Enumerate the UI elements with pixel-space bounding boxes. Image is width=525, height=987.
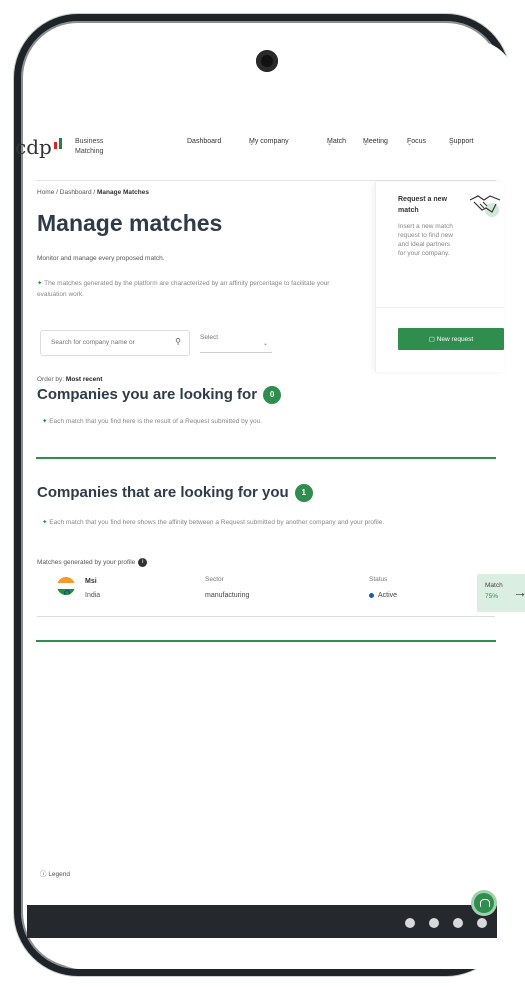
logo-bars-icon (53, 135, 64, 153)
site-header: cdp Business Matching Dashboard My compa… (15, 135, 474, 159)
section-looking-for-title: Companies you are looking for 0 (37, 386, 282, 405)
company-name: Msi (85, 578, 97, 585)
india-flag-icon (57, 577, 75, 595)
status-badge: Active (369, 592, 397, 599)
chevron-down-icon: ⌄ (327, 141, 333, 147)
section-looking-for-you-title: Companies that are looking for you 1 (37, 484, 313, 503)
site-footer (27, 905, 497, 938)
support-chat-icon[interactable] (474, 893, 494, 913)
chevron-down-icon: ⌄ (407, 141, 413, 147)
select-value: Select (200, 334, 219, 341)
social-icon[interactable] (477, 918, 487, 928)
page-title: Manage matches (37, 210, 223, 236)
count-badge: 0 (263, 386, 282, 405)
match-value: 75% (485, 593, 499, 600)
camera-icon (256, 50, 278, 72)
chevron-down-icon: ⌄ (262, 341, 268, 347)
order-value: Most recent (65, 376, 103, 383)
section-looking-for-you-note: ✦ Each match that you find here shows th… (42, 519, 385, 526)
brand-subtitle: Business Matching (75, 138, 104, 155)
company-country: India (85, 592, 101, 599)
request-panel-title: Request a new match (398, 196, 448, 214)
order-by[interactable]: Order by: Most recent (37, 376, 102, 383)
handshake-icon (469, 195, 501, 217)
request-panel: Request a new match Insert a new match r… (375, 182, 504, 372)
request-panel-description: Insert a new match request to find new a… (398, 223, 453, 257)
count-badge: 1 (294, 484, 313, 503)
chevron-down-icon: ⌄ (449, 141, 455, 147)
match-label: Match (485, 582, 503, 589)
legend-link[interactable]: ⓘ Legend (40, 868, 70, 878)
table-row[interactable]: Msi India Sector manufacturing Status Ac… (37, 570, 525, 617)
profile-matches-label: Matches generated by your profile i (37, 558, 148, 567)
breadcrumb-path[interactable]: Home / Dashboard / (37, 189, 97, 196)
sparkle-icon: ✦ (42, 418, 48, 425)
match-score-button[interactable]: Match 75% → (477, 574, 525, 612)
info-circle-icon: ⓘ (40, 871, 47, 878)
chevron-down-icon: ⌄ (249, 141, 255, 147)
sector-value: manufacturing (205, 592, 250, 599)
page-note: ✦ The matches generated by the platform … (37, 280, 330, 298)
sparkle-icon: ✦ (42, 519, 48, 526)
section-looking-for-note: ✦ Each match that you find here is the r… (42, 418, 263, 425)
social-icon[interactable] (453, 918, 463, 928)
arrow-right-icon: → (513, 584, 525, 600)
status-label: Status (369, 576, 388, 583)
calendar-icon: ▢ (428, 336, 435, 343)
breadcrumb-current: Manage Matches (96, 189, 150, 196)
breadcrumb: Home / Dashboard / Manage Matches (37, 189, 149, 196)
header-divider (35, 180, 496, 181)
filter-select[interactable]: Select ⌄ (200, 334, 272, 353)
section-divider (36, 457, 496, 459)
social-icon[interactable] (405, 918, 415, 928)
search-input[interactable] (49, 338, 168, 347)
brand-name: cdp (15, 135, 52, 159)
chevron-down-icon: ⌄ (363, 141, 369, 147)
page-subtitle: Monitor and manage every proposed match. (37, 255, 165, 262)
brand-logo[interactable]: cdp (15, 135, 64, 159)
search-box: ⚲ (40, 330, 190, 356)
search-icon[interactable]: ⚲ (175, 337, 181, 346)
panel-divider (376, 307, 504, 308)
info-icon[interactable]: i (138, 558, 148, 567)
section-divider (36, 640, 496, 642)
social-icon[interactable] (429, 918, 439, 928)
sparkle-icon: ✦ (37, 280, 43, 287)
new-request-button[interactable]: ▢ New request (398, 328, 504, 350)
sector-label: Sector (205, 576, 224, 583)
